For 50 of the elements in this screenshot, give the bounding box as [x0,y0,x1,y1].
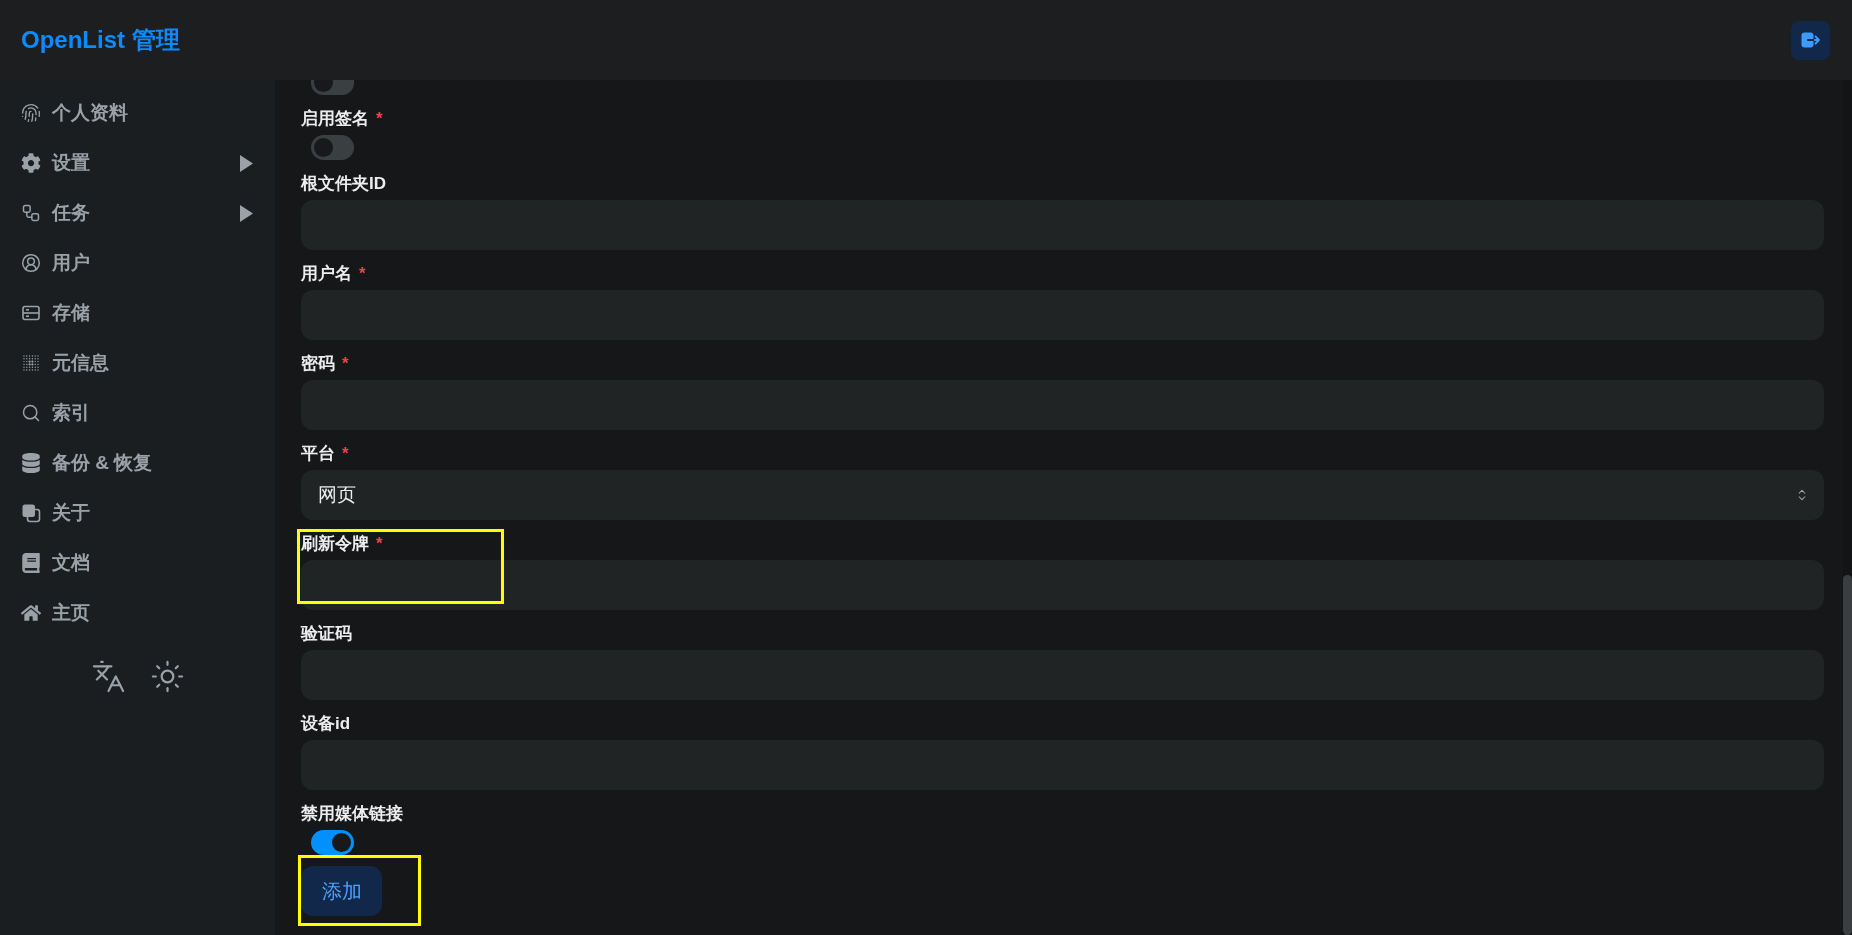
search-icon [21,403,41,423]
workflow-icon [21,203,41,223]
sidebar-item[interactable]: 元信息 [0,338,275,388]
field-label: 密码 [301,353,335,375]
sidebar-item[interactable]: 备份 & 恢复 [0,438,275,488]
book-icon [21,553,41,573]
gear-icon [21,153,41,173]
field-label: 启用签名 [301,108,369,130]
required-mark: * [376,533,383,555]
logout-icon [1800,32,1821,48]
home-icon [21,603,41,623]
sidebar-item[interactable]: 任务 [0,188,275,238]
required-mark: * [342,443,349,465]
field-label: 设备id [301,713,351,735]
sidebar-item[interactable]: 个人资料 [0,88,275,138]
sun-icon [149,659,185,694]
logout-button[interactable] [1791,20,1830,60]
user-icon [21,253,41,273]
app-title: OpenList 管理 [21,28,180,52]
input-field[interactable] [301,560,1824,610]
server-icon [21,303,41,323]
toggle-switch[interactable] [311,830,354,855]
sidebar-item[interactable]: 文档 [0,538,275,588]
scrollbar-thumb[interactable] [1843,575,1852,935]
field-label: 用户名 [301,263,352,285]
sidebar-item[interactable]: 存储 [0,288,275,338]
required-mark: * [342,353,349,375]
add-button[interactable]: 添加 [301,866,382,916]
field-label: 验证码 [301,623,352,645]
copy-icon [21,503,41,523]
field-label: 刷新令牌 [301,533,369,555]
dot-grid-icon [21,353,41,373]
sidebar-item[interactable]: 索引 [0,388,275,438]
required-mark: * [376,108,383,130]
field-label: 根文件夹ID [301,173,386,195]
field-label: 平台 [301,443,335,465]
toggle-switch[interactable] [311,135,354,160]
select-field[interactable]: 网页 [301,470,1824,520]
sidebar-item[interactable]: 关于 [0,488,275,538]
database-icon [21,453,41,473]
toggle-switch[interactable] [311,80,354,95]
sidebar-item[interactable]: 用户 [0,238,275,288]
required-mark: * [359,263,366,285]
theme-button[interactable] [149,659,185,694]
translate-icon [90,659,126,694]
field-label: 禁用媒体链接 [301,803,403,825]
sidebar-item[interactable]: 设置 [0,138,275,188]
language-button[interactable] [90,659,126,694]
sidebar-item[interactable]: 主页 [0,588,275,638]
fingerprint-icon [21,103,41,123]
